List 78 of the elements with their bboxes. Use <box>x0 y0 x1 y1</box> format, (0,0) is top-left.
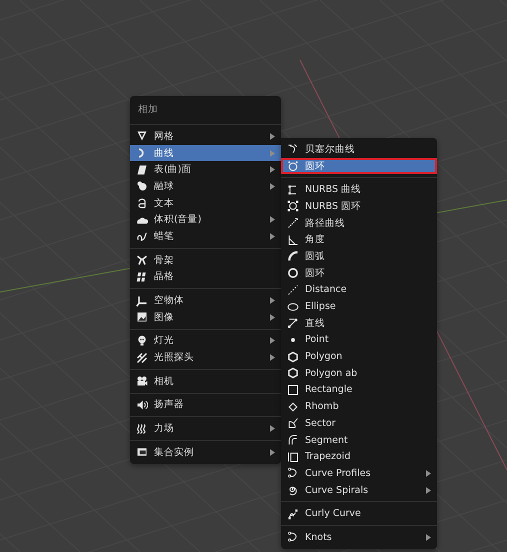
menu-item[interactable]: Ellipse <box>281 298 437 315</box>
menu-item[interactable]: 晶格 <box>130 268 281 286</box>
spiral-icon <box>287 484 299 496</box>
waves-icon <box>136 422 148 435</box>
menu-item[interactable]: 圆弧 <box>281 248 437 265</box>
curve-icon <box>287 467 299 480</box>
menu-item[interactable]: Rhomb <box>281 398 437 415</box>
figure-icon <box>136 254 148 266</box>
menu-item[interactable]: 体积(音量) <box>130 211 281 228</box>
menu-item[interactable]: 路径曲线 <box>281 214 437 232</box>
blob-icon <box>136 180 148 192</box>
letter-icon <box>136 197 148 210</box>
image-icon <box>136 311 148 324</box>
circle-icon <box>287 160 299 172</box>
menu-item[interactable]: 图像 <box>130 308 281 326</box>
trapezoid-icon <box>287 450 299 463</box>
sector-icon <box>287 417 299 430</box>
menu-item[interactable]: Curve Profiles <box>281 465 437 482</box>
menu-item[interactable]: 融球 <box>130 178 281 195</box>
menu-item[interactable]: 力场 <box>130 420 281 437</box>
bracket-icon <box>287 184 299 196</box>
menu-item[interactable]: Curly Curve <box>281 505 437 522</box>
curve-icon <box>287 531 299 544</box>
menu-item[interactable]: NURBS 曲线 <box>281 181 437 198</box>
menu-item[interactable]: 角度 <box>281 231 437 248</box>
menu-item[interactable]: 蜡笔 <box>130 228 281 245</box>
menu-item[interactable]: 空物体 <box>130 292 281 309</box>
menu-item[interactable]: 相机 <box>130 372 281 390</box>
menu-item[interactable]: NURBS 圆环 <box>281 198 437 215</box>
bezier-icon <box>287 143 299 156</box>
line-icon <box>287 317 299 330</box>
menu-item[interactable]: 文本 <box>130 194 281 212</box>
menu-item[interactable]: 扬声器 <box>130 396 281 414</box>
menu-item[interactable]: Knots <box>281 529 437 546</box>
box-icon <box>136 446 148 458</box>
menu-item[interactable]: 圆环 <box>281 264 437 282</box>
menu-item[interactable]: 集合实例 <box>130 444 281 461</box>
speaker-icon <box>136 398 148 411</box>
menu-item[interactable]: 光照探头 <box>130 349 281 366</box>
square-icon <box>287 384 299 396</box>
menu-item[interactable]: Curve Spirals <box>281 482 437 498</box>
menu-item[interactable]: 贝塞尔曲线 <box>281 141 437 158</box>
triangle-icon <box>136 130 148 142</box>
axes-icon <box>136 294 148 307</box>
menu-item[interactable]: Point <box>281 332 437 348</box>
menu-item[interactable]: Sector <box>281 415 437 432</box>
stripes-icon <box>136 352 148 364</box>
menu-item[interactable]: 表(曲)面 <box>130 161 281 178</box>
arrow-icon <box>287 217 299 230</box>
angle-icon <box>287 234 299 246</box>
menu-title: 相加 <box>137 103 159 117</box>
menu-item[interactable]: Segment <box>281 432 437 448</box>
menu-item[interactable]: 网格 <box>130 128 281 145</box>
menu-item[interactable]: Rectangle <box>281 382 437 398</box>
arc-icon <box>287 250 299 262</box>
menu-item[interactable]: Polygon <box>281 348 437 365</box>
circle-icon <box>287 267 299 280</box>
dashed-line-icon <box>287 284 299 296</box>
menu-item[interactable]: Distance <box>281 282 437 298</box>
circle-icon <box>287 200 299 212</box>
menu-item[interactable]: Polygon ab <box>281 364 437 382</box>
menu-item[interactable]: 灯光 <box>130 332 281 350</box>
hexagon-icon <box>287 367 299 380</box>
bulb-icon <box>136 334 148 347</box>
hexagon-icon <box>287 350 299 363</box>
grid-icon <box>136 270 148 283</box>
arc-icon <box>287 434 299 446</box>
ellipse-icon <box>287 300 299 313</box>
menu-item[interactable]: 骨架 <box>130 252 281 268</box>
surface-icon <box>136 164 148 176</box>
camera-icon <box>136 375 148 388</box>
curve-icon <box>287 508 299 520</box>
diamond-icon <box>287 400 299 413</box>
menu-item[interactable]: 曲线 <box>130 144 281 162</box>
squiggle-icon <box>136 230 148 242</box>
menu-item[interactable]: Trapezoid <box>281 448 437 466</box>
menu-item[interactable]: 圆环 <box>281 158 437 174</box>
menu-item[interactable]: 直线 <box>281 314 437 332</box>
